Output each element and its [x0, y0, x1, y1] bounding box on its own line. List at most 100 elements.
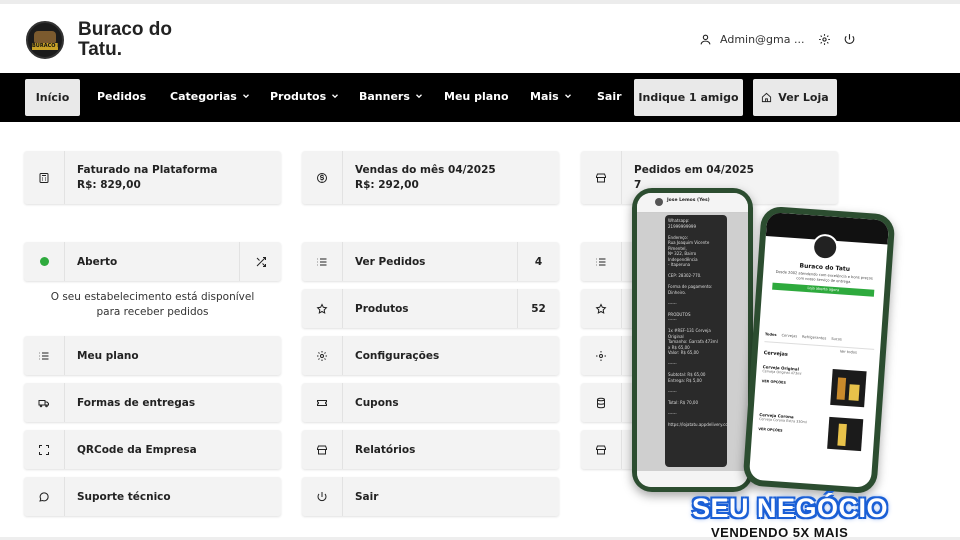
- power-icon[interactable]: [843, 33, 856, 46]
- store-tabs[interactable]: Todos Cervejas Refrigerantes Sucos: [764, 332, 875, 350]
- home-icon: [762, 92, 772, 103]
- dollar-icon: [302, 151, 343, 204]
- calculator-icon: [24, 151, 65, 204]
- nav-inicio-label: Início: [35, 91, 70, 104]
- nav-meu-plano-label: Meu plano: [444, 89, 509, 103]
- nav-mais[interactable]: Mais: [530, 83, 573, 109]
- product-item[interactable]: Cerveja Corona Cerveja Corona Extra 330m…: [757, 412, 870, 462]
- nav-sair-label: Sair: [597, 89, 622, 103]
- produtos-card[interactable]: Produtos 52: [302, 289, 559, 328]
- shuffle-icon[interactable]: [239, 242, 281, 281]
- list-icon: [24, 336, 65, 375]
- nav-pedidos-label: Pedidos: [97, 89, 147, 103]
- store-icon: [581, 151, 622, 204]
- stat-value: R$: 829,00: [77, 179, 141, 191]
- suporte-label: Suporte técnico: [77, 490, 171, 503]
- product-bottle-shape: [836, 377, 847, 400]
- store-tab[interactable]: Sucos: [831, 337, 842, 347]
- relatorios-card[interactable]: Relatórios: [302, 430, 559, 469]
- ver-pedidos-card[interactable]: Ver Pedidos 4: [302, 242, 559, 281]
- chat-input-bar[interactable]: [637, 471, 748, 487]
- gear-icon: [302, 336, 343, 375]
- star-icon: [581, 289, 622, 328]
- phone-store: Buraco do Tatu Desde 2002 atendendo com …: [742, 205, 896, 495]
- status-card: Aberto: [24, 242, 281, 281]
- suporte-card[interactable]: Suporte técnico: [24, 477, 281, 516]
- stat-value: R$: 292,00: [355, 179, 419, 191]
- user-icon[interactable]: [699, 33, 712, 46]
- user-area: Admin@gma ...: [699, 33, 856, 46]
- status-text-line2: para receber pedidos: [96, 306, 209, 318]
- nav-inicio[interactable]: Início: [25, 79, 80, 116]
- whatsapp-icon: [24, 477, 65, 516]
- contact-name: Jose Lemos (Yes): [667, 198, 710, 203]
- configuracoes-label: Configurações: [355, 349, 440, 362]
- chevron-down-icon: [242, 94, 249, 99]
- cupons-label: Cupons: [355, 396, 399, 409]
- chevron-down-icon: [332, 94, 339, 99]
- meu-plano-label: Meu plano: [77, 349, 139, 362]
- nav-pedidos[interactable]: Pedidos: [97, 83, 146, 109]
- relatorios-label: Relatórios: [355, 443, 416, 456]
- qrcode-label: QRCode da Empresa: [77, 443, 197, 456]
- gear-icon: [581, 336, 622, 375]
- formas-entregas-label: Formas de entregas: [77, 396, 196, 409]
- gear-icon[interactable]: [818, 33, 831, 46]
- stat-label: Pedidos em 04/2025: [634, 164, 754, 176]
- produtos-count: 52: [517, 289, 559, 328]
- truck-icon: [24, 383, 65, 422]
- database-icon: [581, 383, 622, 422]
- meu-plano-card[interactable]: Meu plano: [24, 336, 281, 375]
- status-dot-icon: [24, 242, 65, 281]
- star-icon: [302, 289, 343, 328]
- nav-sair[interactable]: Sair: [597, 83, 622, 109]
- sair-card[interactable]: Sair: [302, 477, 559, 516]
- qrcode-card[interactable]: QRCode da Empresa: [24, 430, 281, 469]
- nav-produtos[interactable]: Produtos: [270, 83, 340, 109]
- chat-header: Jose Lemos (Yes): [637, 193, 748, 213]
- produtos-label: Produtos: [355, 302, 409, 315]
- store-open-badge: Loja aberta agora: [772, 282, 875, 297]
- store-tab[interactable]: Refrigerantes: [802, 335, 826, 346]
- product-glass-shape: [848, 384, 860, 401]
- list-icon: [581, 242, 622, 281]
- status-text-line1: O seu estabelecimento está disponível: [50, 291, 255, 303]
- chevron-down-icon: [415, 94, 422, 99]
- nav-banners[interactable]: Banners: [359, 83, 424, 109]
- stat-vendas: Vendas do mês 04/2025 R$: 292,00: [302, 151, 559, 204]
- power-icon: [302, 477, 343, 516]
- main-nav: Início Pedidos Categorias Produtos Banne…: [0, 73, 960, 122]
- logo-text: BURACO DO TATU: [32, 43, 58, 50]
- product-bottle-shape: [837, 423, 847, 447]
- stat-label: Faturado na Plataforma: [77, 164, 218, 176]
- brand-name: Buraco do Tatu.: [78, 19, 172, 60]
- store-tab[interactable]: Todos: [764, 332, 777, 342]
- chevron-down-icon: [564, 94, 571, 99]
- qrcode-icon: [24, 430, 65, 469]
- indique-amigo-button[interactable]: Indique 1 amigo: [634, 79, 743, 116]
- formas-entregas-card[interactable]: Formas de entregas: [24, 383, 281, 422]
- nav-meu-plano[interactable]: Meu plano: [444, 83, 509, 109]
- list-icon: [302, 242, 343, 281]
- promo-headline: SEU NEGÓCIO: [692, 493, 889, 523]
- user-email[interactable]: Admin@gma ...: [720, 33, 804, 46]
- store-logo[interactable]: BURACO DO TATU: [26, 21, 64, 59]
- cupons-card[interactable]: Cupons: [302, 383, 559, 422]
- product-image: [827, 416, 864, 452]
- phone-store-screen: Buraco do Tatu Desde 2002 atendendo com …: [748, 212, 890, 488]
- status-description: O seu estabelecimento está disponível pa…: [24, 290, 281, 320]
- contact-avatar: [655, 198, 663, 206]
- nav-categorias[interactable]: Categorias: [170, 83, 251, 109]
- status-label: Aberto: [77, 255, 118, 268]
- chat-message: Whatsapp: 21999999999 Endereço: Rua Joaq…: [665, 215, 727, 467]
- stat-value: 7: [634, 179, 642, 191]
- product-item[interactable]: Cerveja Original Cerveja Original 473ml …: [760, 364, 873, 414]
- nav-produtos-label: Produtos: [270, 89, 327, 103]
- store-see-all[interactable]: Ver todos: [840, 349, 857, 354]
- ver-loja-label: Ver Loja: [778, 91, 829, 104]
- store-section-title: Cervejas: [763, 350, 789, 358]
- ver-loja-button[interactable]: Ver Loja: [753, 79, 837, 116]
- ver-pedidos-label: Ver Pedidos: [355, 255, 426, 268]
- store-tab[interactable]: Cervejas: [781, 333, 797, 343]
- configuracoes-card[interactable]: Configurações: [302, 336, 559, 375]
